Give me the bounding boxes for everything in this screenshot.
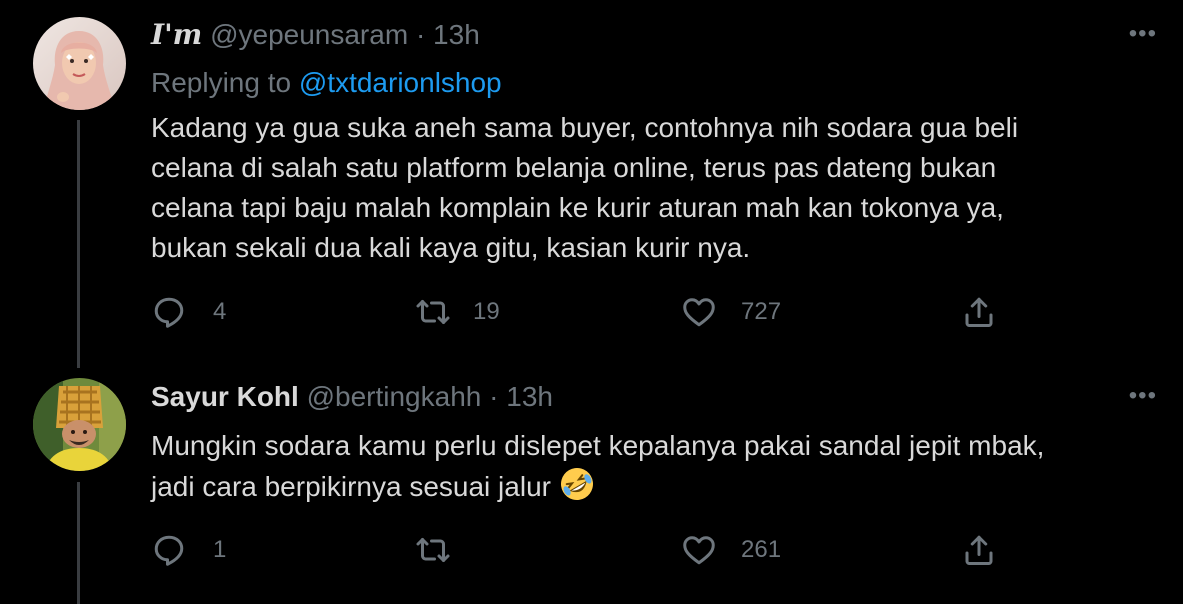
tweet-text-line-content: jadi cara berpikirnya sesuai jalur bbox=[151, 471, 551, 502]
tweet-header: Sayur Kohl @bertingkahh · 13h bbox=[151, 380, 553, 414]
rolling-on-floor-laughing-icon bbox=[560, 468, 593, 500]
like-count: 261 bbox=[741, 536, 782, 563]
like-count: 727 bbox=[741, 298, 782, 325]
reply-icon bbox=[154, 535, 184, 566]
timestamp[interactable]: 13h bbox=[506, 381, 553, 412]
like-icon bbox=[683, 536, 715, 565]
tweet[interactable]: I'm @yepeunsaram · 13h ••• Replying to @… bbox=[0, 0, 1183, 360]
avatar[interactable] bbox=[33, 17, 126, 110]
reply-button[interactable]: 1 bbox=[151, 530, 226, 570]
user-handle[interactable]: @yepeunsaram bbox=[210, 19, 408, 50]
timestamp[interactable]: 13h bbox=[433, 19, 480, 50]
like-button[interactable]: 727 bbox=[681, 292, 781, 332]
reply-icon bbox=[154, 297, 184, 328]
retweet-icon bbox=[416, 300, 450, 324]
separator-dot: · bbox=[415, 19, 426, 50]
separator-dot: · bbox=[489, 381, 499, 412]
retweet-count: 19 bbox=[473, 298, 500, 325]
tweet-text-line: celana tapi baju malah komplain ke kurir… bbox=[151, 192, 1004, 223]
retweet-button[interactable]: 19 bbox=[415, 292, 500, 332]
retweet-button[interactable] bbox=[415, 530, 477, 570]
reply-button[interactable]: 4 bbox=[151, 292, 226, 332]
display-name[interactable]: Sayur Kohl bbox=[151, 381, 299, 412]
tweet-text: Mungkin sodara kamu perlu dislepet kepal… bbox=[151, 426, 1151, 507]
tweet-header: I'm @yepeunsaram · 13h bbox=[151, 18, 480, 52]
more-icon[interactable]: ••• bbox=[1129, 20, 1157, 48]
tweet-text-line: Mungkin sodara kamu perlu dislepet kepal… bbox=[151, 430, 1045, 461]
tweet[interactable]: Sayur Kohl @bertingkahh · 13h ••• Mungki… bbox=[0, 360, 1183, 604]
mention-link[interactable]: @txtdarionlshop bbox=[299, 67, 502, 98]
retweet-icon bbox=[416, 538, 450, 562]
like-icon bbox=[683, 298, 715, 327]
tweet-text-line: Kadang ya gua suka aneh sama buyer, cont… bbox=[151, 112, 1019, 143]
tweet-text-line: bukan sekali dua kali kaya gitu, kasian … bbox=[151, 232, 751, 263]
avatar[interactable] bbox=[33, 378, 126, 471]
like-button[interactable]: 261 bbox=[681, 530, 781, 570]
reply-count: 1 bbox=[213, 536, 227, 563]
user-handle[interactable]: @bertingkahh bbox=[307, 381, 482, 412]
share-icon bbox=[965, 535, 993, 565]
action-bar: 4 19 727 bbox=[151, 292, 1011, 332]
display-name[interactable]: I'm bbox=[151, 18, 202, 51]
share-button[interactable] bbox=[961, 292, 997, 332]
replying-prefix: Replying to bbox=[151, 67, 292, 98]
tweet-text: Kadang ya gua suka aneh sama buyer, cont… bbox=[151, 108, 1151, 268]
tweet-text-line: celana di salah satu platform belanja on… bbox=[151, 152, 997, 183]
more-icon[interactable]: ••• bbox=[1129, 382, 1157, 410]
tweet-text-line: jadi cara berpikirnya sesuai jalur bbox=[151, 466, 1151, 507]
action-bar: 1 261 bbox=[151, 530, 1011, 570]
share-icon bbox=[965, 297, 993, 327]
share-button[interactable] bbox=[961, 530, 997, 570]
reply-count: 4 bbox=[213, 298, 227, 325]
replying-to: Replying to @txtdarionlshop bbox=[151, 66, 502, 100]
